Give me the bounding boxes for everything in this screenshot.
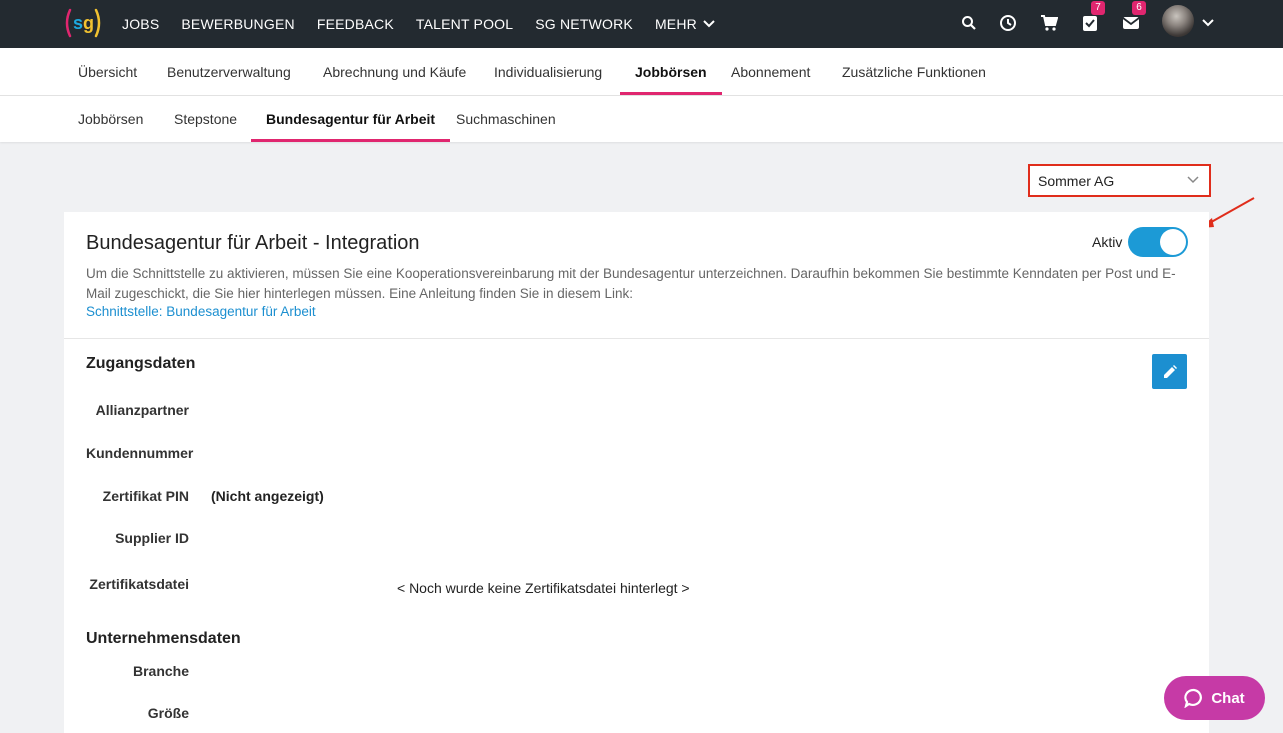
chevron-down-icon	[1187, 176, 1199, 184]
card-title: Bundesagentur für Arbeit - Integration	[86, 232, 420, 254]
search-icon[interactable]	[958, 12, 980, 34]
pencil-icon	[1163, 364, 1177, 378]
chat-button[interactable]: Chat	[1164, 676, 1265, 720]
cart-icon[interactable]	[1038, 12, 1060, 34]
nav-talent-pool-label: TALENT POOL	[415, 16, 514, 32]
tab-label: Abrechnung und Käufe	[323, 63, 467, 80]
avatar[interactable]	[1162, 5, 1194, 37]
nav-bewerbungen-label: BEWERBUNGEN	[181, 16, 295, 32]
subtab-label: Jobbörsen	[78, 111, 144, 127]
tab-jobboersen[interactable]: Jobbörsen	[620, 48, 722, 95]
nav-sg-network[interactable]: SG NETWORK	[535, 16, 633, 32]
field-label-zertifikatsdatei: Zertifikatsdatei	[89, 576, 189, 592]
nav-sg-network-label: SG NETWORK	[535, 16, 633, 32]
company-select[interactable]: Sommer AG	[1028, 164, 1211, 197]
tab-abonnement[interactable]: Abonnement	[716, 48, 825, 95]
subtab-bundesagentur[interactable]: Bundesagentur für Arbeit	[251, 96, 451, 142]
chat-bubble-icon	[1184, 688, 1203, 708]
nav-talent-pool[interactable]: TALENT POOL	[416, 16, 513, 32]
main-nav: JOBS BEWERBUNGEN FEEDBACK TALENT POOL SG…	[122, 0, 737, 48]
chevron-down-icon[interactable]	[1197, 12, 1219, 34]
chat-label: Chat	[1211, 689, 1245, 707]
mail-badge: 6	[1132, 1, 1146, 15]
subtab-suchmaschinen[interactable]: Suchmaschinen	[441, 96, 571, 142]
svg-text:g: g	[83, 13, 94, 33]
chevron-down-icon	[703, 20, 715, 28]
settings-nav: Übersicht Benutzerverwaltung Abrechnung …	[0, 48, 1283, 96]
integration-card: Bundesagentur für Arbeit - Integration A…	[64, 212, 1209, 733]
tab-label: Abonnement	[731, 63, 811, 80]
subtab-label: Stepstone	[174, 111, 238, 127]
toggle-knob	[1160, 229, 1186, 255]
tab-label: Benutzerverwaltung	[167, 63, 291, 80]
field-label-zertifikat-pin: Zertifikat PIN	[102, 488, 189, 504]
edit-button[interactable]	[1152, 354, 1187, 389]
section-title-zugangsdaten: Zugangsdaten	[86, 355, 196, 372]
tab-label: Übersicht	[78, 63, 138, 80]
nav-feedback[interactable]: FEEDBACK	[317, 16, 394, 32]
nav-jobs-label: JOBS	[122, 16, 160, 32]
active-toggle[interactable]	[1128, 227, 1188, 257]
tab-label: Individualisierung	[494, 63, 603, 80]
nav-mehr[interactable]: MEHR	[655, 16, 715, 32]
tab-individualisierung[interactable]: Individualisierung	[479, 48, 617, 95]
company-select-value: Sommer AG	[1038, 172, 1115, 189]
tab-label: Jobbörsen	[635, 63, 707, 80]
subtab-label: Suchmaschinen	[456, 111, 556, 127]
subtab-jobboersen[interactable]: Jobbörsen	[63, 96, 158, 142]
section-title-unternehmensdaten: Unternehmensdaten	[86, 630, 241, 647]
field-label-branche: Branche	[132, 663, 189, 679]
nav-jobs[interactable]: JOBS	[122, 16, 159, 32]
field-label-groesse: Größe	[147, 705, 189, 721]
clock-icon[interactable]	[997, 12, 1019, 34]
logo[interactable]: s g	[62, 6, 104, 40]
toggle-label: Aktiv	[1092, 234, 1123, 250]
tab-uebersicht[interactable]: Übersicht	[63, 48, 152, 95]
svg-text:s: s	[73, 13, 83, 33]
tasks-badge: 7	[1091, 1, 1105, 15]
integration-link[interactable]: Schnittstelle: Bundesagentur für Arbeit	[86, 304, 316, 319]
field-label-supplier-id: Supplier ID	[115, 530, 189, 546]
tab-label: Zusätzliche Funktionen	[842, 63, 986, 80]
field-label-kundennummer: Kundennummer	[86, 445, 194, 461]
nav-bewerbungen[interactable]: BEWERBUNGEN	[181, 16, 294, 32]
field-value-zertifikat-pin: (Nicht angezeigt)	[211, 488, 324, 504]
subtab-stepstone[interactable]: Stepstone	[159, 96, 252, 142]
subtab-label: Bundesagentur für Arbeit	[266, 111, 436, 127]
card-description: Um die Schnittstelle zu aktivieren, müss…	[86, 266, 1176, 301]
top-bar: s g JOBS BEWERBUNGEN FEEDBACK TALENT POO…	[0, 0, 1283, 48]
tab-benutzerverwaltung[interactable]: Benutzerverwaltung	[152, 48, 306, 95]
nav-feedback-label: FEEDBACK	[316, 16, 394, 32]
field-label-allianzpartner: Allianzpartner	[95, 402, 189, 418]
mail-icon[interactable]: 6	[1120, 1, 1146, 34]
divider	[64, 338, 1209, 339]
tab-abrechnung[interactable]: Abrechnung und Käufe	[308, 48, 481, 95]
nav-mehr-label: MEHR	[654, 16, 697, 32]
tab-zusaetzliche-funktionen[interactable]: Zusätzliche Funktionen	[827, 48, 1001, 95]
tasks-icon[interactable]: 7	[1079, 1, 1105, 34]
field-value-zertifikatsdatei: < Noch wurde keine Zertifikatsdatei hint…	[397, 580, 690, 596]
jobboersen-subnav: Jobbörsen Stepstone Bundesagentur für Ar…	[0, 96, 1283, 142]
